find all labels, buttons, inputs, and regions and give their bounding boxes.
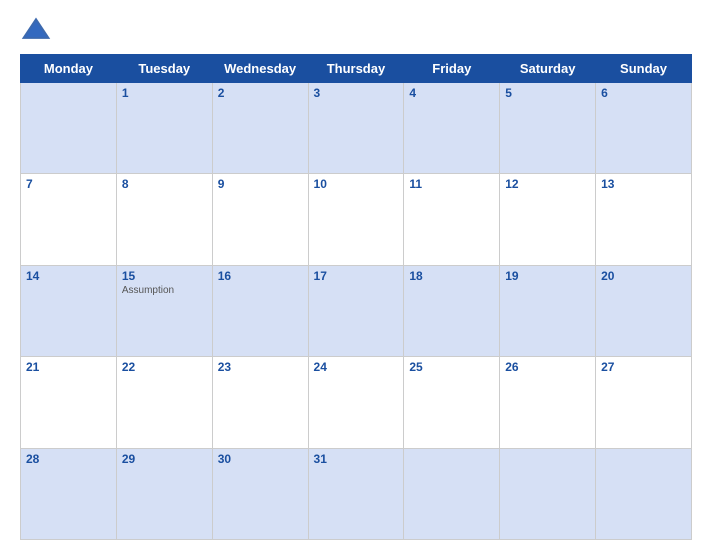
day-number: 29 — [122, 452, 207, 466]
day-number: 2 — [218, 86, 303, 100]
day-cell: 19 — [500, 265, 596, 356]
day-cell: 20 — [596, 265, 692, 356]
weekday-header-wednesday: Wednesday — [212, 55, 308, 83]
day-cell: 9 — [212, 174, 308, 265]
day-number: 5 — [505, 86, 590, 100]
logo-icon — [20, 14, 52, 46]
weekday-header-sunday: Sunday — [596, 55, 692, 83]
day-number: 25 — [409, 360, 494, 374]
weekday-header-saturday: Saturday — [500, 55, 596, 83]
day-cell — [21, 83, 117, 174]
day-cell: 8 — [116, 174, 212, 265]
day-number: 11 — [409, 177, 494, 191]
day-cell: 22 — [116, 357, 212, 448]
day-cell: 25 — [404, 357, 500, 448]
day-number: 26 — [505, 360, 590, 374]
day-cell: 15 Assumption — [116, 265, 212, 356]
day-cell: 31 — [308, 448, 404, 539]
day-cell: 7 — [21, 174, 117, 265]
day-cell: 21 — [21, 357, 117, 448]
day-cell: 13 — [596, 174, 692, 265]
calendar-table: MondayTuesdayWednesdayThursdayFridaySatu… — [20, 54, 692, 540]
day-cell: 16 — [212, 265, 308, 356]
day-number: 19 — [505, 269, 590, 283]
day-number: 3 — [314, 86, 399, 100]
day-cell: 1 — [116, 83, 212, 174]
day-number: 14 — [26, 269, 111, 283]
day-number: 7 — [26, 177, 111, 191]
day-number: 12 — [505, 177, 590, 191]
day-number: 27 — [601, 360, 686, 374]
day-cell: 12 — [500, 174, 596, 265]
day-number: 17 — [314, 269, 399, 283]
day-number: 15 — [122, 269, 207, 283]
day-cell: 18 — [404, 265, 500, 356]
calendar-header — [20, 10, 692, 50]
day-cell — [596, 448, 692, 539]
day-cell: 11 — [404, 174, 500, 265]
day-cell: 27 — [596, 357, 692, 448]
weekday-header-tuesday: Tuesday — [116, 55, 212, 83]
day-number: 30 — [218, 452, 303, 466]
day-number: 21 — [26, 360, 111, 374]
day-number: 8 — [122, 177, 207, 191]
week-row-2: 789 10 11 12 13 — [21, 174, 692, 265]
day-number: 10 — [314, 177, 399, 191]
day-number: 4 — [409, 86, 494, 100]
day-cell — [500, 448, 596, 539]
day-cell — [404, 448, 500, 539]
weekday-header-monday: Monday — [21, 55, 117, 83]
day-number: 22 — [122, 360, 207, 374]
day-cell: 23 — [212, 357, 308, 448]
day-number: 24 — [314, 360, 399, 374]
day-number: 13 — [601, 177, 686, 191]
week-row-4: 21 22 23 24 25 26 27 — [21, 357, 692, 448]
day-cell: 4 — [404, 83, 500, 174]
day-number: 9 — [218, 177, 303, 191]
day-number: 16 — [218, 269, 303, 283]
day-number: 28 — [26, 452, 111, 466]
weekday-header-thursday: Thursday — [308, 55, 404, 83]
day-cell: 28 — [21, 448, 117, 539]
weekday-header-row: MondayTuesdayWednesdayThursdayFridaySatu… — [21, 55, 692, 83]
day-number: 18 — [409, 269, 494, 283]
week-row-3: 14 15 Assumption 16 17 18 19 20 — [21, 265, 692, 356]
day-cell: 29 — [116, 448, 212, 539]
day-number: 31 — [314, 452, 399, 466]
day-number: 6 — [601, 86, 686, 100]
weekday-header-friday: Friday — [404, 55, 500, 83]
day-cell: 3 — [308, 83, 404, 174]
day-cell: 30 — [212, 448, 308, 539]
day-cell: 17 — [308, 265, 404, 356]
day-cell: 2 — [212, 83, 308, 174]
day-cell: 5 — [500, 83, 596, 174]
day-cell: 14 — [21, 265, 117, 356]
logo — [20, 14, 56, 46]
day-number: 1 — [122, 86, 207, 100]
day-cell: 24 — [308, 357, 404, 448]
day-number: 23 — [218, 360, 303, 374]
day-cell: 26 — [500, 357, 596, 448]
week-row-1: 123456 — [21, 83, 692, 174]
day-cell: 10 — [308, 174, 404, 265]
day-number: 20 — [601, 269, 686, 283]
holiday-label: Assumption — [122, 285, 207, 296]
day-cell: 6 — [596, 83, 692, 174]
week-row-5: 28 29 30 31 — [21, 448, 692, 539]
